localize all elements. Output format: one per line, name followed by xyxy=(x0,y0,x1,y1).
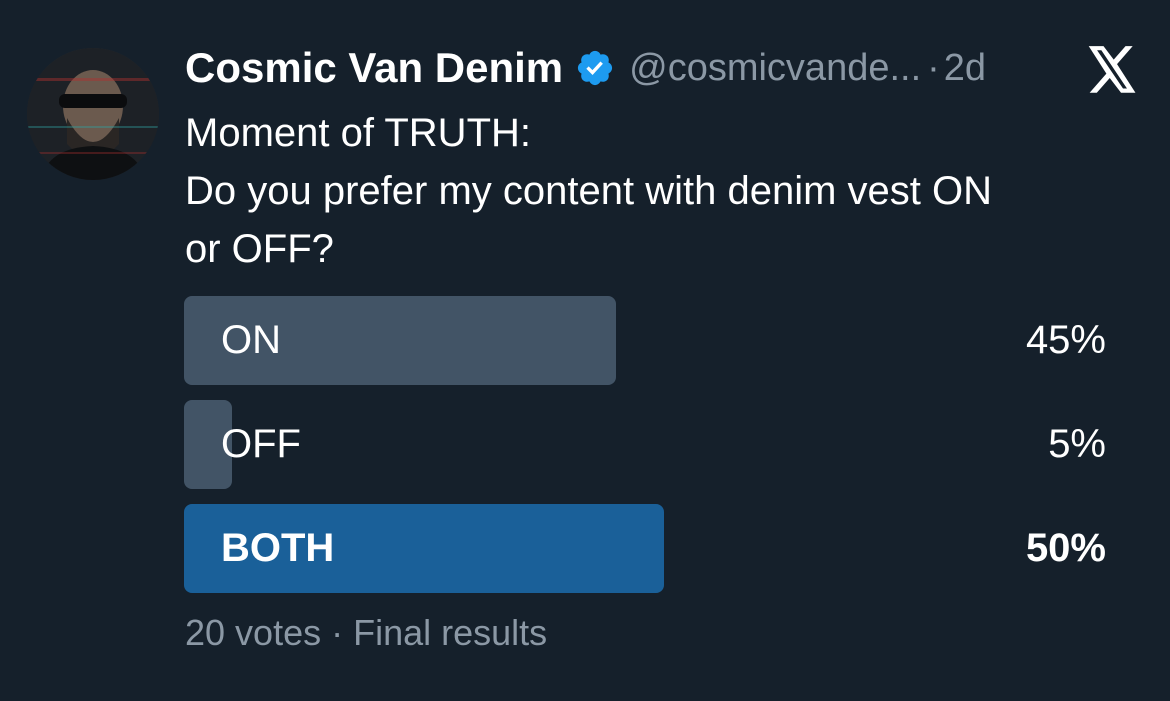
tweet-header: Cosmic Van Denim @cosmicvande... · 2d xyxy=(185,40,986,96)
tweet-card[interactable]: Cosmic Van Denim @cosmicvande... · 2d Mo… xyxy=(0,0,1170,701)
author-handle[interactable]: @cosmicvande... xyxy=(629,47,921,90)
poll-option-off: OFF 5% xyxy=(184,400,1106,489)
verified-badge-icon xyxy=(575,48,615,88)
poll-option-percent: 50% xyxy=(1025,526,1106,570)
poll-option-label: BOTH xyxy=(221,526,335,570)
tweet-text-line: Moment of TRUTH: xyxy=(185,111,531,155)
poll-option-percent: 45% xyxy=(1025,318,1106,362)
timestamp[interactable]: 2d xyxy=(944,47,986,90)
profile-photo-icon xyxy=(27,48,159,180)
avatar[interactable] xyxy=(27,48,159,180)
poll-option-both: BOTH 50% xyxy=(184,504,1106,593)
poll: ON 45% OFF 5% BOTH 50% xyxy=(184,296,1106,608)
poll-option-percent: 5% xyxy=(1048,422,1106,466)
poll-footer: 20 votes · Final results xyxy=(185,612,548,653)
poll-option-on: ON 45% xyxy=(184,296,1106,385)
separator-dot: · xyxy=(927,46,940,89)
tweet-text-line: or OFF? xyxy=(185,227,334,271)
x-logo-icon[interactable] xyxy=(1086,46,1138,94)
poll-option-label: OFF xyxy=(221,422,301,466)
tweet-text-line: Do you prefer my content with denim vest… xyxy=(185,169,992,213)
display-name[interactable]: Cosmic Van Denim xyxy=(185,44,563,92)
tweet-text: Moment of TRUTH: Do you prefer my conten… xyxy=(185,104,1145,278)
poll-option-label: ON xyxy=(221,318,281,362)
